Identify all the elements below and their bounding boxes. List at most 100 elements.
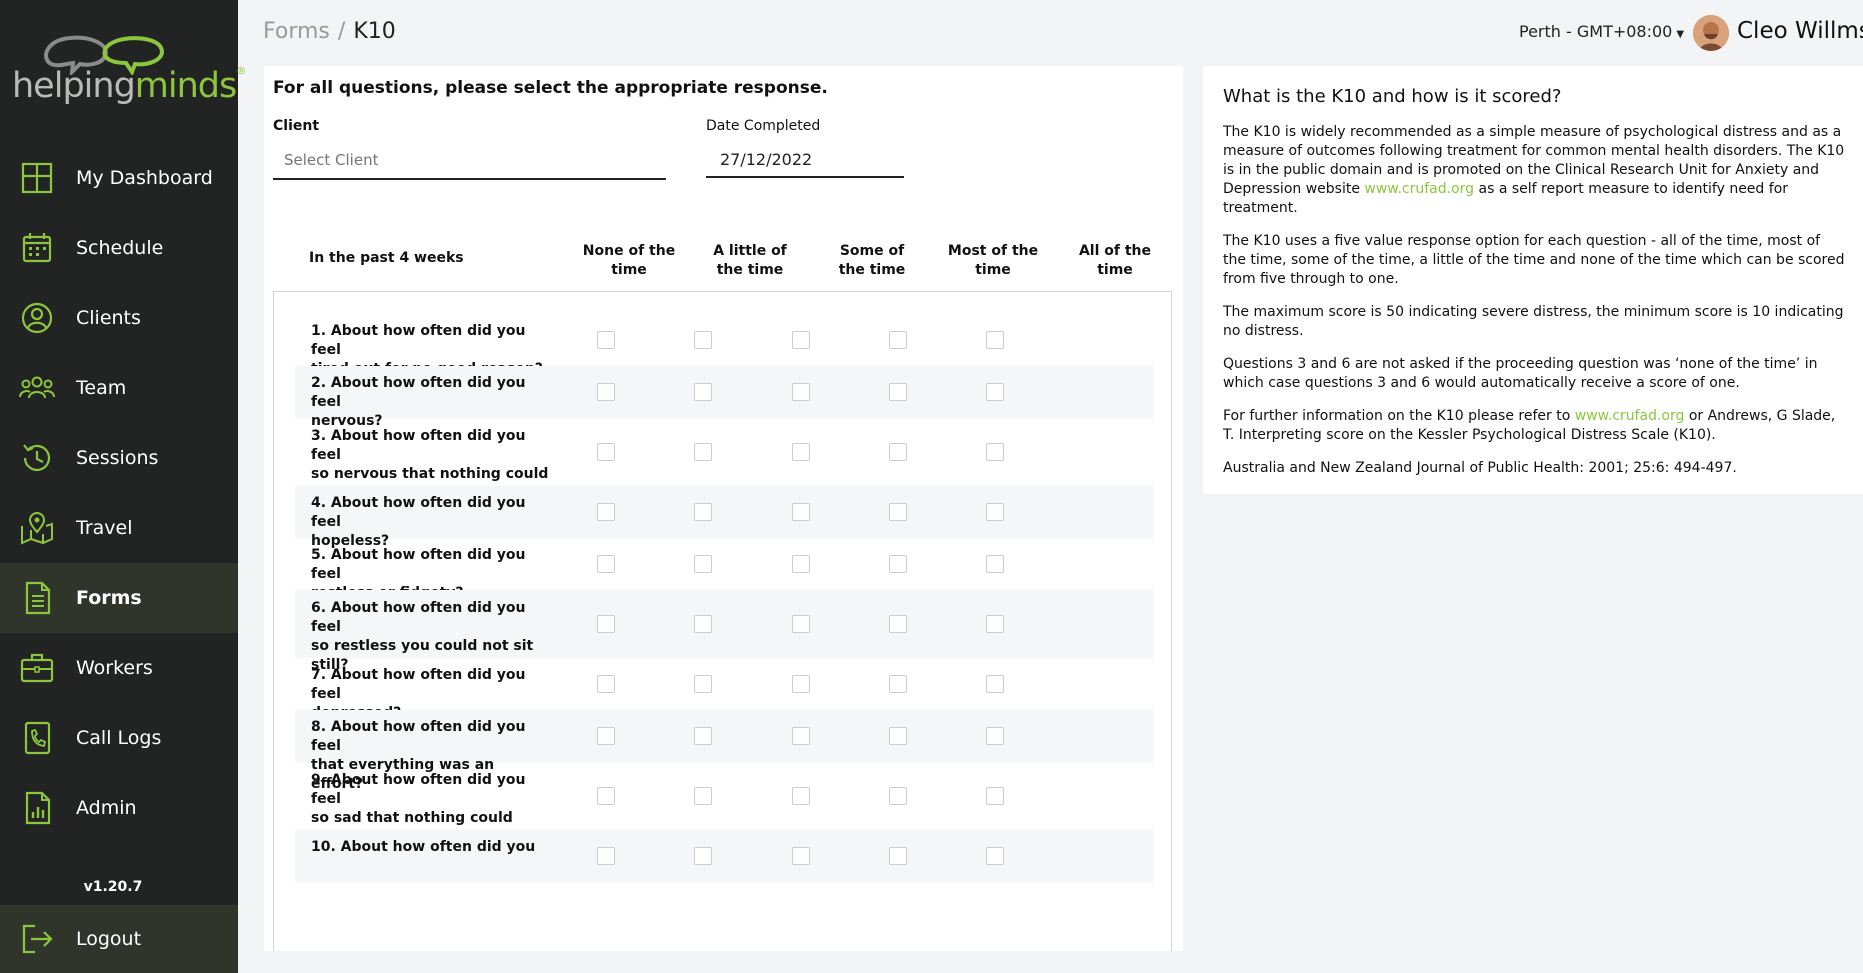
dashboard-grid-icon [19, 160, 55, 196]
map-pin-icon [19, 510, 55, 546]
response-checkbox[interactable] [889, 443, 907, 461]
response-checkbox[interactable] [986, 331, 1004, 349]
response-checkbox[interactable] [597, 503, 615, 521]
sidebar-item-forms[interactable]: Forms [0, 563, 238, 633]
response-checkbox[interactable] [889, 615, 907, 633]
sidebar-item-workers[interactable]: Workers [0, 633, 238, 703]
response-checkbox[interactable] [986, 675, 1004, 693]
response-checkbox[interactable] [597, 331, 615, 349]
response-checkbox[interactable] [694, 727, 712, 745]
info-paragraph: Australia and New Zealand Journal of Pub… [1223, 460, 1737, 476]
response-checkbox[interactable] [986, 555, 1004, 573]
response-checkbox[interactable] [792, 443, 810, 461]
sidebar-item-label: Forms [76, 587, 142, 609]
breadcrumb-separator: / [337, 19, 346, 44]
response-checkbox[interactable] [792, 555, 810, 573]
response-checkbox[interactable] [792, 847, 810, 865]
response-checkbox[interactable] [889, 727, 907, 745]
logout-icon [19, 921, 55, 957]
sidebar-item-sessions[interactable]: Sessions [0, 423, 238, 493]
sidebar-item-travel[interactable]: Travel [0, 493, 238, 563]
response-checkbox[interactable] [694, 331, 712, 349]
sidebar-item-team[interactable]: Team [0, 353, 238, 423]
response-checkbox[interactable] [889, 787, 907, 805]
response-checkbox[interactable] [694, 787, 712, 805]
table-row: 6. About how often did you feel so restle… [295, 590, 1154, 673]
user-circle-icon [19, 300, 55, 336]
response-checkbox[interactable] [792, 383, 810, 401]
response-checkbox[interactable] [986, 727, 1004, 745]
column-header-most: Most of the time [947, 243, 1039, 278]
info-title: What is the K10 and how is it scored? [1223, 86, 1562, 107]
response-checkbox[interactable] [597, 675, 615, 693]
response-checkbox[interactable] [694, 555, 712, 573]
questions-table: 1. About how often did you feeltired out… [273, 291, 1172, 951]
avatar[interactable] [1693, 15, 1729, 51]
info-paragraph: The maximum score is 50 indicating sever… [1223, 304, 1844, 339]
response-checkbox[interactable] [986, 443, 1004, 461]
sidebar-item-clients[interactable]: Clients [0, 283, 238, 353]
response-checkbox[interactable] [597, 443, 615, 461]
k10-info-panel: What is the K10 and how is it scored? Th… [1203, 66, 1863, 494]
response-checkbox[interactable] [597, 615, 615, 633]
team-icon [19, 370, 55, 406]
crufad-link[interactable]: www.crufad.org [1575, 408, 1685, 424]
crufad-link[interactable]: www.crufad.org [1364, 181, 1474, 197]
response-checkbox[interactable] [986, 847, 1004, 865]
sidebar-item-call-logs[interactable]: Call Logs [0, 703, 238, 773]
response-checkbox[interactable] [986, 503, 1004, 521]
response-checkbox[interactable] [694, 503, 712, 521]
response-checkbox[interactable] [889, 383, 907, 401]
response-checkbox[interactable] [597, 383, 615, 401]
response-checkbox[interactable] [597, 847, 615, 865]
response-checkbox[interactable] [694, 383, 712, 401]
response-checkbox[interactable] [889, 331, 907, 349]
response-checkbox[interactable] [694, 675, 712, 693]
response-checkbox[interactable] [694, 443, 712, 461]
user-name[interactable]: Cleo Willms [1737, 18, 1863, 44]
info-paragraph: The K10 is widely recommended as a simpl… [1223, 124, 1845, 216]
sidebar-item-my-dashboard[interactable]: My Dashboard [0, 143, 238, 213]
response-checkbox[interactable] [792, 503, 810, 521]
timezone-selector[interactable]: Perth - GMT+08:00 ▼ [1519, 22, 1684, 41]
form-instruction: For all questions, please select the app… [273, 78, 828, 98]
response-checkbox[interactable] [597, 727, 615, 745]
column-header-some: Some of the time [838, 243, 906, 278]
response-checkbox[interactable] [792, 787, 810, 805]
sidebar-item-label: Team [76, 377, 127, 399]
response-checkbox[interactable] [986, 787, 1004, 805]
response-checkbox[interactable] [694, 847, 712, 865]
logo-wordmark: helpingminds® [12, 66, 246, 106]
caret-down-icon: ▼ [1676, 29, 1685, 40]
sidebar-item-label: Workers [76, 657, 153, 679]
helpingminds-logo[interactable]: helpingminds® [10, 30, 246, 115]
response-checkbox[interactable] [889, 555, 907, 573]
document-icon [19, 580, 55, 616]
response-checkbox[interactable] [792, 615, 810, 633]
sidebar-item-label: Clients [76, 307, 141, 329]
response-checkbox[interactable] [889, 847, 907, 865]
calendar-icon [19, 230, 55, 266]
response-checkbox[interactable] [889, 503, 907, 521]
table-row: 9. About how often did you feel so sad th… [295, 762, 1154, 864]
date-completed-field[interactable] [706, 142, 904, 178]
response-checkbox[interactable] [986, 615, 1004, 633]
response-checkbox[interactable] [792, 331, 810, 349]
sidebar-item-admin[interactable]: Admin [0, 773, 238, 843]
report-file-icon [19, 790, 55, 826]
breadcrumb-forms-link[interactable]: Forms [263, 19, 330, 44]
sidebar-item-schedule[interactable]: Schedule [0, 213, 238, 283]
response-checkbox[interactable] [986, 383, 1004, 401]
response-checkbox[interactable] [597, 787, 615, 805]
client-label: Client [273, 118, 320, 134]
page-title: K10 [353, 19, 396, 44]
sidebar-item-label: Travel [76, 517, 133, 539]
client-select[interactable] [273, 142, 666, 180]
response-checkbox[interactable] [597, 555, 615, 573]
response-checkbox[interactable] [694, 615, 712, 633]
logout-button[interactable]: Logout [0, 905, 238, 973]
response-checkbox[interactable] [889, 675, 907, 693]
response-checkbox[interactable] [792, 675, 810, 693]
response-checkbox[interactable] [792, 727, 810, 745]
logout-label: Logout [76, 928, 142, 950]
